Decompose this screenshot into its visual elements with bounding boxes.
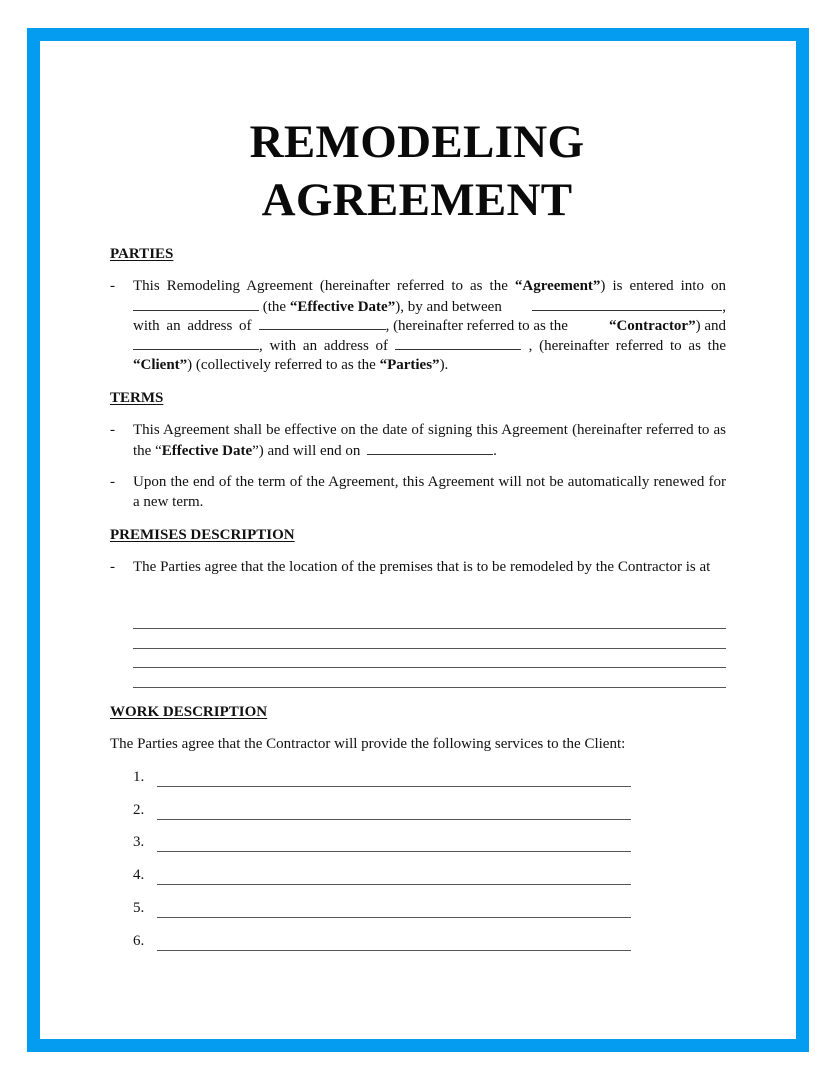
parties-line-1: This Remodeling Agreement (hereinafter r… xyxy=(133,278,726,294)
client-address-blank[interactable] xyxy=(395,336,522,350)
work-item-number: 2. xyxy=(133,802,145,818)
premises-blank-line[interactable] xyxy=(133,667,726,668)
section-heading-terms: TERMS xyxy=(110,390,164,406)
parties-line-3: with an address of , (hereinafter referr… xyxy=(133,316,726,334)
premises-bullet-1: The Parties agree that the location of t… xyxy=(133,559,711,575)
work-item-blank-line[interactable] xyxy=(157,884,631,885)
work-item-number: 6. xyxy=(133,933,145,949)
contractor-name-blank[interactable] xyxy=(532,297,723,311)
work-intro: The Parties agree that the Contractor wi… xyxy=(110,736,626,752)
work-item-blank-line[interactable] xyxy=(157,950,631,951)
section-heading-premises: PREMISES DESCRIPTION xyxy=(110,527,295,543)
section-heading-work: WORK DESCRIPTION xyxy=(110,704,268,720)
bullet-dash: - xyxy=(110,422,115,438)
document-title-line2: AGREEMENT xyxy=(261,174,573,226)
bullet-dash: - xyxy=(110,474,115,490)
terms-bullet-2: Upon the end of the term of the Agreemen… xyxy=(133,474,726,510)
effective-date-blank[interactable] xyxy=(133,297,259,311)
terms-bullet-1: This Agreement shall be effective on the… xyxy=(133,422,726,459)
work-item-number: 1. xyxy=(133,769,145,785)
document-title-line1: REMODELING xyxy=(249,116,585,168)
parties-line-4: , with an address of , (hereinafter refe… xyxy=(133,336,726,357)
work-item-number: 4. xyxy=(133,867,145,883)
client-name-blank[interactable] xyxy=(133,336,259,350)
work-item-number: 5. xyxy=(133,900,145,916)
premises-blank-line[interactable] xyxy=(133,648,726,649)
work-item-blank-line[interactable] xyxy=(157,917,631,918)
premises-blank-line[interactable] xyxy=(133,687,726,688)
premises-blank-line[interactable] xyxy=(133,628,726,629)
work-item-blank-line[interactable] xyxy=(157,786,631,787)
end-date-blank[interactable] xyxy=(367,441,494,455)
contractor-address-blank[interactable] xyxy=(258,316,386,330)
parties-line-2: (the “Effective Date”), by and between , xyxy=(133,297,726,318)
parties-line-5: “Client”) (collectively referred to as t… xyxy=(133,357,449,373)
work-item-blank-line[interactable] xyxy=(157,851,631,852)
bullet-dash: - xyxy=(110,278,115,294)
bullet-dash: - xyxy=(110,559,115,575)
work-item-blank-line[interactable] xyxy=(157,819,631,820)
section-heading-parties: PARTIES xyxy=(110,246,174,262)
work-item-number: 3. xyxy=(133,834,145,850)
